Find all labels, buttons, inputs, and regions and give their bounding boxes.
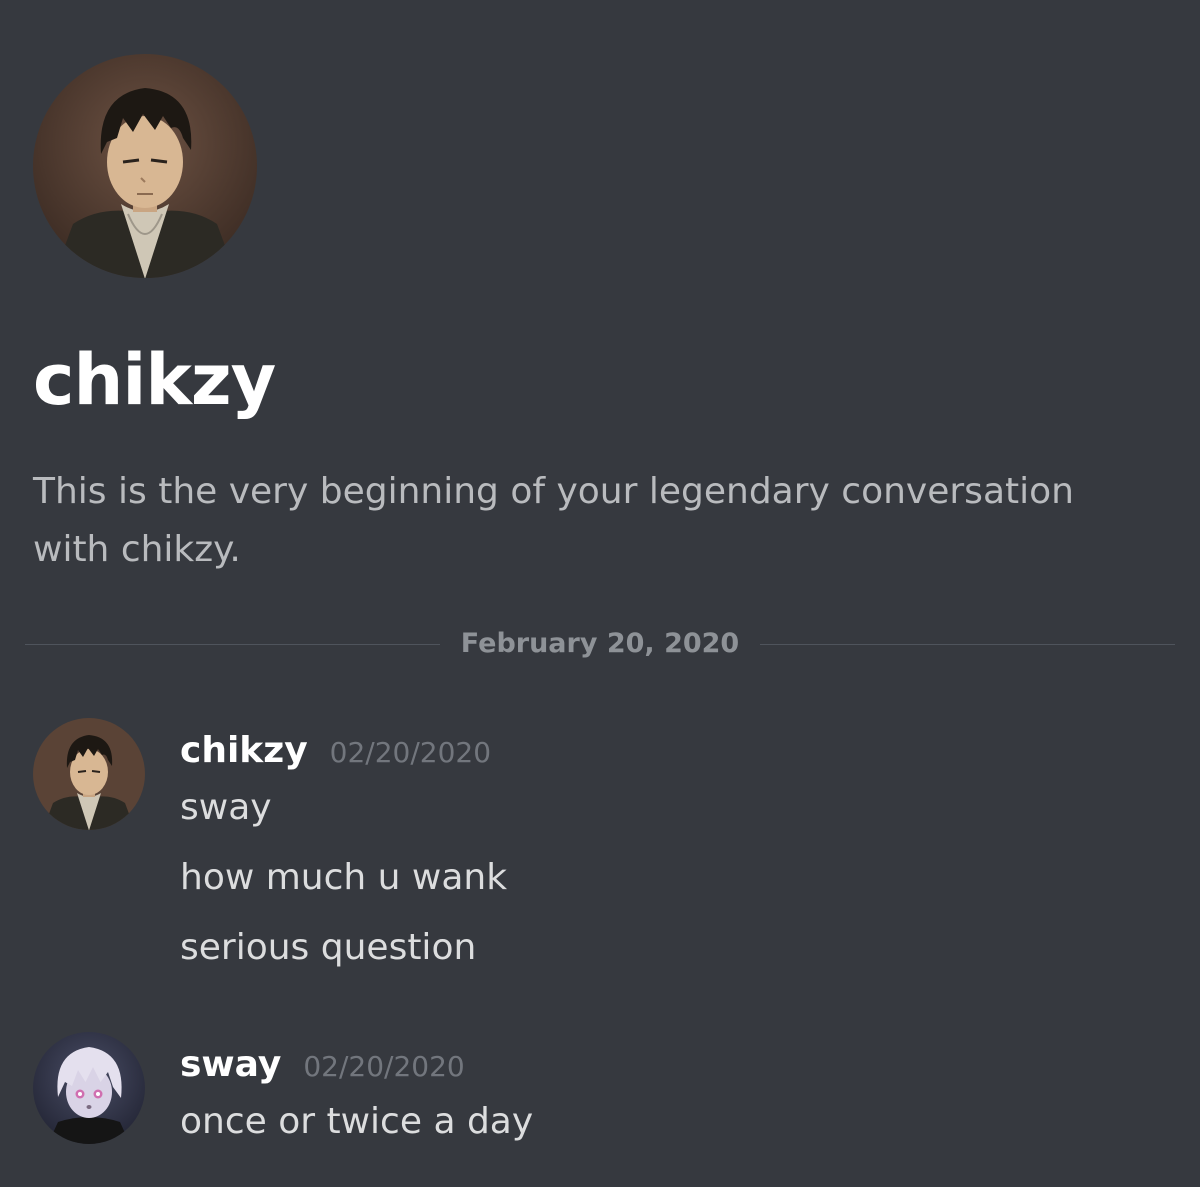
- message-group: sway 02/20/2020 once or twice a day: [33, 1032, 1133, 1152]
- message-timestamp: 02/20/2020: [303, 1050, 465, 1083]
- message-header: chikzy 02/20/2020: [180, 730, 491, 778]
- message-header: sway 02/20/2020: [180, 1044, 465, 1092]
- divider-date: February 20, 2020: [460, 628, 740, 659]
- message-group: chikzy 02/20/2020 sway how much u wank se…: [33, 718, 1133, 978]
- message-text: sway: [180, 787, 272, 828]
- conversation-title: chikzy: [33, 339, 276, 421]
- message-text: once or twice a day: [180, 1101, 534, 1142]
- divider-line: [25, 644, 440, 645]
- avatar[interactable]: [33, 1032, 145, 1144]
- message-text: how much u wank: [180, 857, 508, 898]
- message-author[interactable]: sway: [180, 1044, 281, 1085]
- dm-conversation: chikzy This is the very beginning of you…: [0, 0, 1200, 1187]
- message-timestamp: 02/20/2020: [329, 736, 492, 769]
- intro-avatar[interactable]: [33, 54, 257, 278]
- date-divider: February 20, 2020: [25, 622, 1175, 666]
- message-author[interactable]: chikzy: [180, 730, 308, 771]
- message-text: serious question: [180, 927, 477, 968]
- divider-line: [760, 644, 1175, 645]
- avatar[interactable]: [33, 718, 145, 830]
- conversation-intro-text: This is the very beginning of your legen…: [33, 471, 1074, 570]
